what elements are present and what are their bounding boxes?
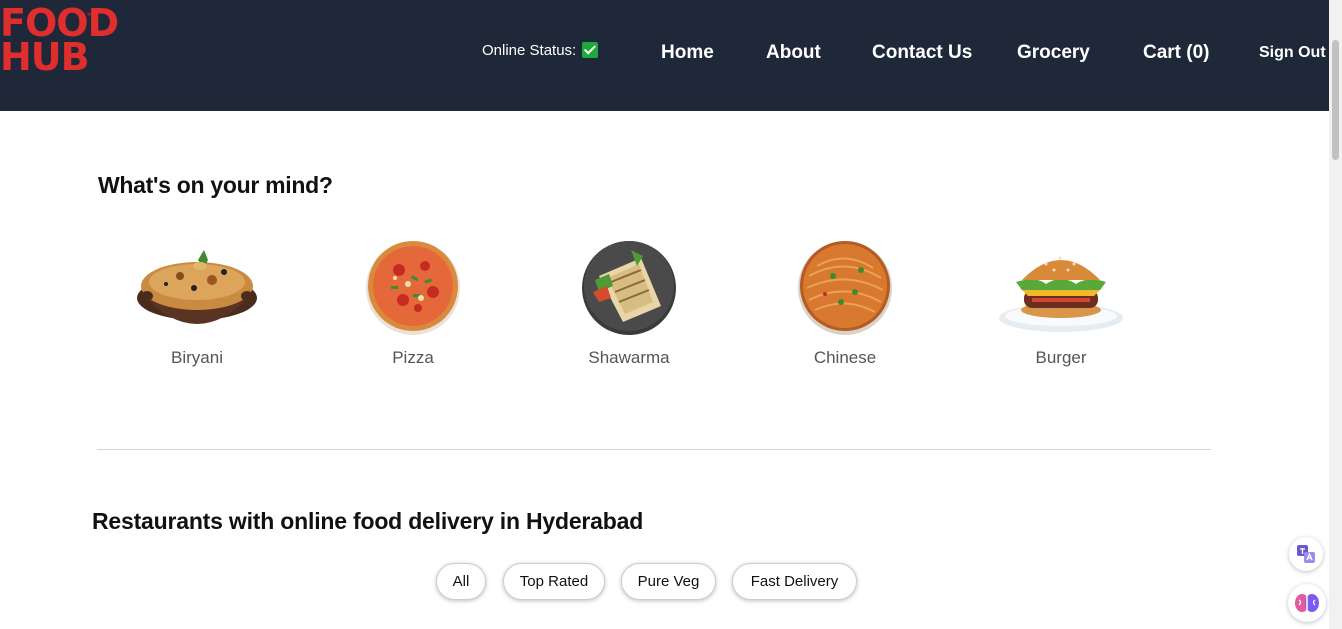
section-title-restaurants: Restaurants with online food delivery in… <box>92 508 644 534</box>
nav-grocery-link[interactable]: Grocery <box>1017 42 1090 64</box>
category-label: Shawarma <box>588 348 670 367</box>
filter-fast-delivery-button[interactable]: Fast Delivery <box>732 563 857 600</box>
shawarma-icon <box>579 236 679 336</box>
filter-all-button[interactable]: All <box>436 563 486 600</box>
category-chinese[interactable]: Chinese <box>770 236 920 368</box>
nav-contact-link[interactable]: Contact Us <box>872 42 972 64</box>
category-biryani[interactable]: Biryani <box>122 236 272 368</box>
category-shawarma[interactable]: Shawarma <box>554 236 704 368</box>
translate-icon <box>1297 545 1315 563</box>
category-label: Burger <box>1035 348 1087 367</box>
category-label: Chinese <box>813 348 877 367</box>
burger-icon <box>996 236 1126 336</box>
pizza-icon <box>363 236 463 336</box>
trademark-mark: ™ <box>86 12 94 21</box>
filter-pure-veg-button[interactable]: Pure Veg <box>621 563 716 600</box>
chinese-icon <box>795 236 895 336</box>
ai-assistant-button[interactable] <box>1288 584 1326 622</box>
top-navbar: FOOD HUB ™ Online Status: Home About Con… <box>0 0 1329 111</box>
check-mark-icon <box>582 41 599 58</box>
category-label: Biryani <box>171 348 223 367</box>
logo-line2: HUB <box>0 35 90 79</box>
biryani-icon <box>132 236 262 336</box>
nav-home-link[interactable]: Home <box>661 42 714 64</box>
vertical-scrollbar[interactable] <box>1329 0 1342 629</box>
filter-top-rated-button[interactable]: Top Rated <box>503 563 605 600</box>
translate-button[interactable] <box>1289 537 1323 571</box>
category-pizza[interactable]: Pizza <box>338 236 488 368</box>
section-divider <box>97 449 1211 450</box>
sign-out-button[interactable]: Sign Out <box>1259 44 1326 62</box>
brain-icon <box>1295 594 1319 612</box>
section-title-mind: What's on your mind? <box>98 172 333 198</box>
category-burger[interactable]: Burger <box>986 236 1136 368</box>
nav-about-link[interactable]: About <box>766 42 821 64</box>
online-status-label: Online Status: <box>482 42 577 59</box>
nav-cart-link[interactable]: Cart (0) <box>1143 42 1210 64</box>
online-status: Online Status: <box>482 41 599 59</box>
foodhub-logo[interactable]: FOOD HUB ™ <box>0 4 119 79</box>
scrollbar-thumb[interactable] <box>1332 40 1339 160</box>
category-label: Pizza <box>392 348 434 367</box>
